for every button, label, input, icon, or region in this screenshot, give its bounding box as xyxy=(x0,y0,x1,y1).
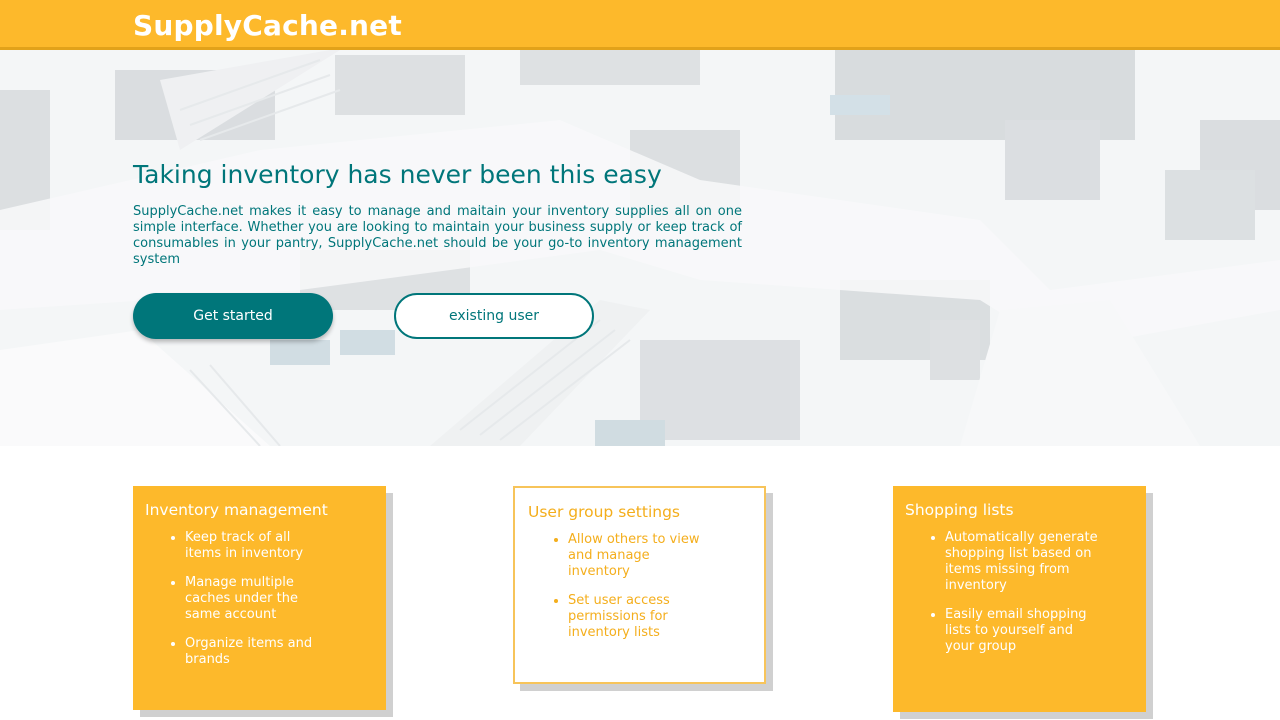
list-item: Easily email shopping lists to yourself … xyxy=(945,607,1100,655)
feature-card-title: User group settings xyxy=(528,503,681,521)
feature-list: Keep track of all items in inventory Man… xyxy=(145,530,325,668)
hero-section: Taking inventory has never been this eas… xyxy=(0,50,1280,446)
site-logo[interactable]: SupplyCache.net xyxy=(133,9,402,43)
feature-card-title: Inventory management xyxy=(145,501,328,519)
list-item: Manage multiple caches under the same ac… xyxy=(185,575,325,623)
list-item: Automatically generate shopping list bas… xyxy=(945,530,1100,594)
list-item: Allow others to view and manage inventor… xyxy=(568,532,708,580)
feature-list: Allow others to view and manage inventor… xyxy=(528,532,708,641)
list-item: Keep track of all items in inventory xyxy=(185,530,325,562)
hero-title: Taking inventory has never been this eas… xyxy=(133,160,662,189)
list-item: Set user access permissions for inventor… xyxy=(568,593,708,641)
feature-list: Automatically generate shopping list bas… xyxy=(905,530,1100,655)
list-item: Organize items and brands xyxy=(185,636,325,668)
get-started-button[interactable]: Get started xyxy=(133,293,333,339)
feature-card-title: Shopping lists xyxy=(905,501,1014,519)
feature-card-user-group-settings: User group settings Allow others to view… xyxy=(513,486,766,684)
hero-description: SupplyCache.net makes it easy to manage … xyxy=(133,204,742,267)
site-header: SupplyCache.net xyxy=(0,0,1280,50)
feature-card-inventory-management: Inventory management Keep track of all i… xyxy=(133,486,386,710)
feature-card-shopping-lists: Shopping lists Automatically generate sh… xyxy=(893,486,1146,712)
existing-user-button[interactable]: existing user xyxy=(394,293,594,339)
